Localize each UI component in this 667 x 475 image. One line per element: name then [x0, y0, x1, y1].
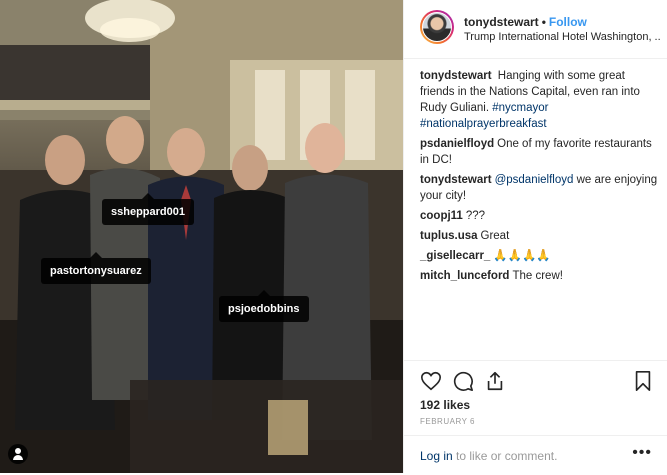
- photo-tag-ssheppard001[interactable]: ssheppard001: [102, 193, 194, 225]
- comment-username[interactable]: mitch_lunceford: [420, 270, 509, 282]
- caption-username[interactable]: tonydstewart: [420, 70, 492, 82]
- login-prompt: Log in to like or comment.: [420, 449, 557, 463]
- comment-username[interactable]: tuplus.usa: [420, 230, 478, 242]
- login-link[interactable]: Log in: [420, 449, 453, 463]
- mention-link[interactable]: @psdanielfloyd: [495, 174, 574, 186]
- comment-username[interactable]: psdanielfloyd: [420, 138, 494, 150]
- hashtag-link[interactable]: #nycmayor: [492, 102, 548, 114]
- comment-icon[interactable]: [452, 370, 474, 392]
- comment-text: The crew!: [512, 270, 563, 282]
- comment-item: psdanielfloyd One of my favorite restaura…: [420, 136, 660, 168]
- photo-scene: [0, 0, 403, 473]
- photo-tag-label: pastortonysuarez: [50, 265, 142, 277]
- photo-tag-label: ssheppard001: [111, 206, 185, 218]
- likes-count[interactable]: 192 likes: [420, 398, 470, 412]
- comment-item: _gisellecarr_ 🙏🙏🙏🙏: [420, 248, 660, 264]
- tagged-users-icon[interactable]: [8, 444, 28, 464]
- caption: tonydstewart Hanging with some great fri…: [420, 68, 660, 132]
- header-username[interactable]: tonydstewart: [464, 15, 539, 29]
- post-photo[interactable]: ssheppard001 pastortonysuarez psjoedobbi…: [0, 0, 403, 473]
- comment-text: ???: [465, 210, 486, 222]
- follow-button[interactable]: Follow: [549, 15, 587, 29]
- comment-username[interactable]: coopj11: [420, 210, 463, 222]
- more-options-icon[interactable]: •••: [632, 444, 652, 462]
- bookmark-icon[interactable]: [632, 370, 654, 392]
- post-side-panel: tonydstewart • Follow Trump International …: [403, 0, 667, 473]
- action-bar: 192 likes FEBRUARY 6 Log in to like or c…: [404, 360, 667, 474]
- avatar[interactable]: [420, 10, 454, 44]
- photo-tag-pastortonysuarez[interactable]: pastortonysuarez: [41, 252, 151, 284]
- comment-item: coopj11???: [420, 208, 660, 224]
- post-date[interactable]: FEBRUARY 6: [420, 417, 475, 426]
- comment-item: mitch_lunceford The crew!: [420, 268, 660, 284]
- login-prompt-text: to like or comment.: [456, 449, 558, 463]
- comment-item: tonydstewart @psdanielfloyd we are enjoyi…: [420, 172, 660, 204]
- comment-username[interactable]: _gisellecarr_: [420, 250, 490, 262]
- comment-text: 🙏🙏🙏🙏: [493, 250, 551, 262]
- photo-tag-label: psjoedobbins: [228, 303, 300, 315]
- header-user-row: tonydstewart • Follow: [464, 15, 587, 29]
- comments-list: tonydstewart Hanging with some great fri…: [420, 68, 660, 288]
- hashtag-link[interactable]: #nationalprayerbreakfast: [420, 118, 547, 130]
- separator-dot: •: [541, 15, 546, 29]
- comment-text: Great: [480, 230, 510, 242]
- post-header: tonydstewart • Follow Trump International …: [404, 0, 667, 59]
- heart-icon[interactable]: [420, 370, 442, 392]
- share-icon[interactable]: [484, 370, 506, 392]
- login-bar: Log in to like or comment. •••: [404, 435, 667, 475]
- location-link[interactable]: Trump International Hotel Washington, ..…: [464, 31, 660, 43]
- comment-item: tuplus.usa Great: [420, 228, 660, 244]
- photo-tag-psjoedobbins[interactable]: psjoedobbins: [219, 290, 309, 322]
- comment-username[interactable]: tonydstewart: [420, 174, 492, 186]
